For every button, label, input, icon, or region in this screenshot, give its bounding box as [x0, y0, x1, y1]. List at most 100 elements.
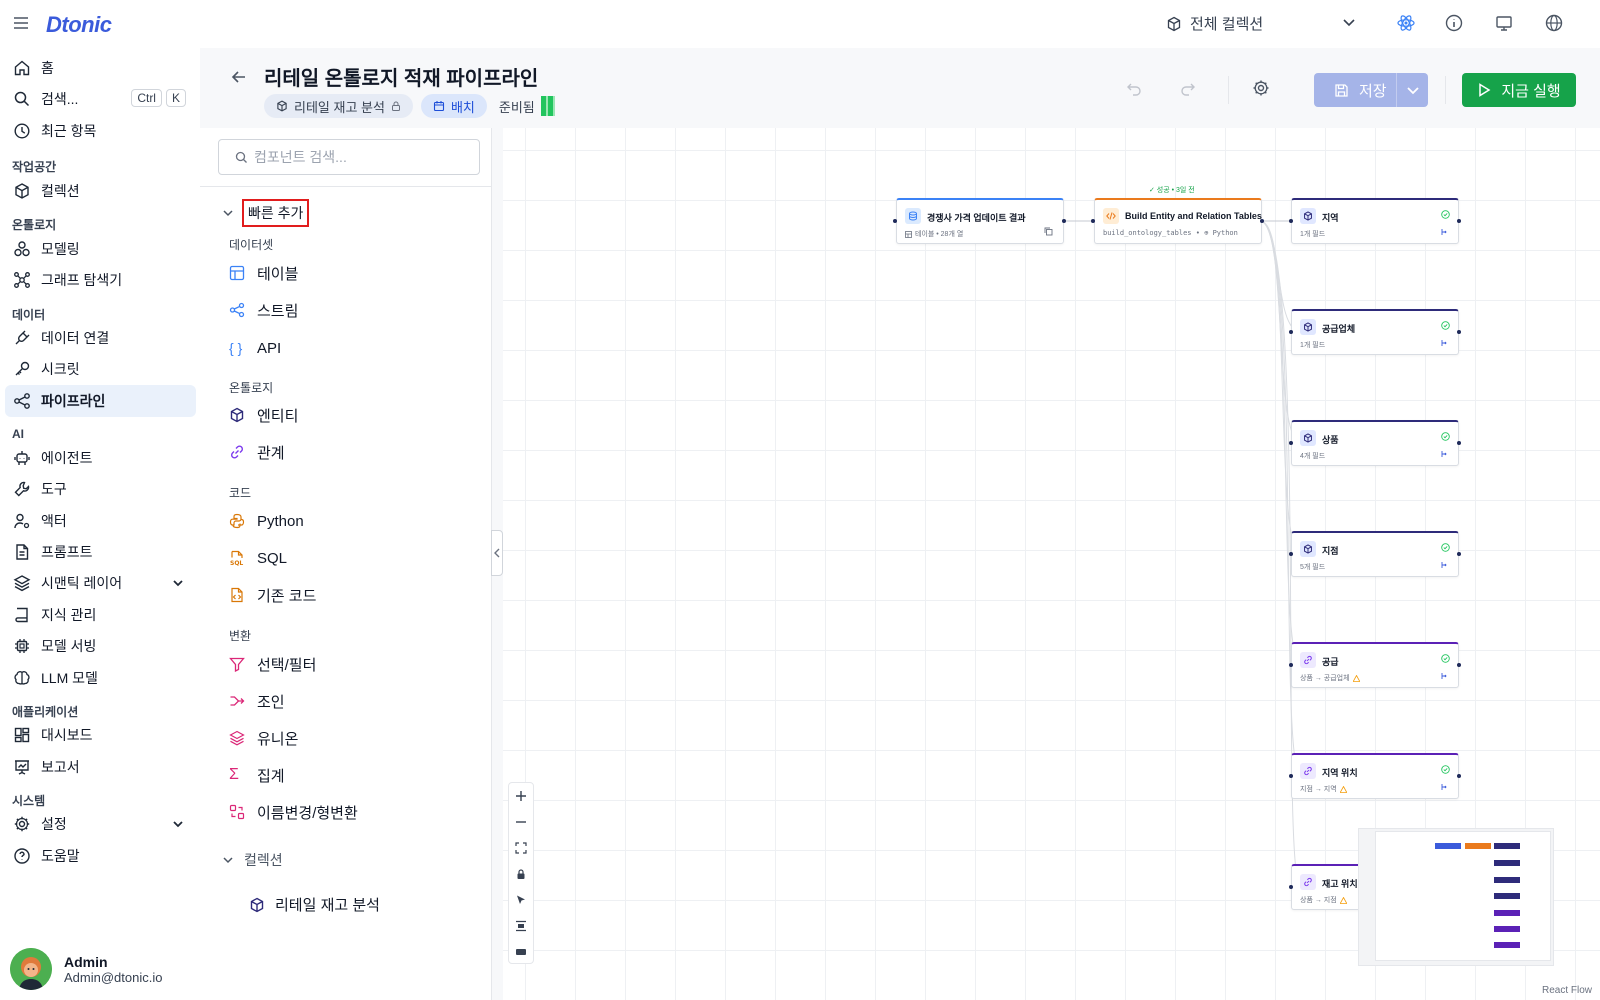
sidebar-item-actor[interactable]: 액터 [5, 505, 196, 537]
sidebar-item-search[interactable]: 검색... Ctrl K [5, 83, 196, 115]
branch-icon [1440, 561, 1448, 569]
component-join[interactable]: 조인 [229, 689, 285, 713]
component-python[interactable]: Python [229, 509, 304, 533]
sidebar-item-graph-explorer[interactable]: 그래프 탐색기 [5, 264, 196, 296]
align-button[interactable] [509, 913, 533, 939]
minimap-toggle-button[interactable] [509, 939, 533, 965]
sidebar-item-label: 에이전트 [41, 450, 93, 466]
sidebar-item-model-serving[interactable]: 모델 서빙 [5, 630, 196, 662]
input-handle[interactable] [1289, 330, 1293, 334]
component-entity[interactable]: 엔티티 [229, 403, 298, 427]
component-legacy-code[interactable]: 기존 코드 [229, 583, 316, 607]
info-icon[interactable] [1444, 13, 1464, 33]
save-options-button[interactable] [1396, 73, 1428, 107]
chevron-down-icon[interactable] [172, 577, 184, 589]
user-profile[interactable]: Admin Admin@dtonic.io [10, 948, 162, 990]
component-sql[interactable]: SQL SQL [229, 546, 287, 570]
component-aggregate[interactable]: Σ 집계 [229, 763, 285, 787]
panel-collapse-handle[interactable] [491, 530, 503, 576]
input-handle[interactable] [1289, 885, 1293, 889]
output-handle[interactable] [1457, 663, 1461, 667]
relation-node-region-location[interactable]: 지역 위치 지점 → 지역 [1291, 753, 1459, 799]
sidebar-item-report[interactable]: 보고서 [5, 751, 196, 783]
entity-node-branch[interactable]: 지점 5개 필드 [1291, 531, 1459, 577]
react-flow-attribution[interactable]: React Flow [1542, 985, 1592, 996]
gear-icon[interactable] [1252, 79, 1270, 97]
input-handle[interactable] [893, 219, 897, 223]
collections-toggle[interactable]: 컬렉션 [222, 850, 283, 870]
copy-icon[interactable] [1044, 227, 1053, 236]
input-handle[interactable] [1289, 663, 1293, 667]
entity-node-product[interactable]: 상품 4개 필드 [1291, 420, 1459, 466]
component-stream[interactable]: 스트림 [229, 298, 298, 322]
check-circle-icon [1441, 321, 1450, 330]
output-handle[interactable] [1457, 330, 1461, 334]
sidebar-item-collection[interactable]: 컬렉션 [5, 175, 196, 207]
sidebar-item-dashboard[interactable]: 대시보드 [5, 719, 196, 751]
output-handle[interactable] [1457, 552, 1461, 556]
brain-icon [13, 669, 31, 687]
sidebar-item-modeling[interactable]: 모델링 [5, 233, 196, 265]
back-arrow-icon[interactable] [230, 68, 248, 86]
minimap[interactable] [1358, 828, 1554, 966]
sidebar-item-tool[interactable]: 도구 [5, 473, 196, 505]
pipeline-canvas[interactable]: 경쟁사 가격 업데이트 결과 테이블 • 28개 열 ✓ 성공 • 3일 전 B… [503, 128, 1600, 1000]
output-handle[interactable] [1457, 441, 1461, 445]
sidebar-item-secret[interactable]: 시크릿 [5, 353, 196, 385]
entity-node-supplier[interactable]: 공급업체 1개 필드 [1291, 309, 1459, 355]
entity-node-region[interactable]: 지역 1개 필드 [1291, 198, 1459, 244]
sidebar-item-semantic-layer[interactable]: 시맨틱 레이어 [5, 567, 196, 599]
sidebar-item-data-connection[interactable]: 데이터 연결 [5, 322, 196, 354]
pointer-button[interactable] [509, 887, 533, 913]
component-union[interactable]: 유니온 [229, 726, 298, 750]
component-rename-cast[interactable]: 이름변경/형변환 [229, 800, 358, 824]
sidebar-item-knowledge[interactable]: 지식 관리 [5, 599, 196, 631]
quick-add-toggle[interactable]: 빠른 추가 [222, 199, 310, 227]
sidebar-item-llm-model[interactable]: LLM 모델 [5, 662, 196, 694]
sidebar-item-pipeline[interactable]: 파이프라인 [5, 385, 196, 417]
collection-item[interactable]: 리테일 재고 분석 [249, 894, 380, 915]
fit-view-button[interactable] [509, 835, 533, 861]
sidebar-item-help[interactable]: 도움말 [5, 840, 196, 872]
component-relation[interactable]: 관계 [229, 440, 285, 464]
input-handle[interactable] [1289, 441, 1293, 445]
chevron-down-icon[interactable] [172, 818, 184, 830]
collection-selector[interactable]: 전체 컬렉션 [1166, 13, 1263, 34]
input-handle[interactable] [1091, 219, 1095, 223]
globe-icon[interactable] [1544, 13, 1564, 33]
source-table-node[interactable]: 경쟁사 가격 업데이트 결과 테이블 • 28개 열 [896, 198, 1064, 244]
python-transform-node[interactable]: Build Entity and Relation Tables build_o… [1094, 198, 1262, 244]
zoom-in-button[interactable] [509, 783, 533, 809]
sidebar-item-settings[interactable]: 설정 [5, 808, 196, 840]
component-select-filter[interactable]: 선택/필터 [229, 652, 316, 676]
input-handle[interactable] [1289, 774, 1293, 778]
lock-button[interactable] [509, 861, 533, 887]
component-api[interactable]: { } API [229, 336, 281, 360]
chevron-down-icon[interactable] [1342, 15, 1356, 29]
relation-node-supply[interactable]: 공급 상품 → 공급업체 [1291, 642, 1459, 688]
react-icon[interactable] [1396, 13, 1416, 33]
input-handle[interactable] [1289, 552, 1293, 556]
output-handle[interactable] [1260, 219, 1264, 223]
sidebar-item-home[interactable]: 홈 [5, 52, 196, 84]
output-handle[interactable] [1457, 774, 1461, 778]
output-handle[interactable] [1457, 219, 1461, 223]
output-handle[interactable] [1062, 219, 1066, 223]
input-handle[interactable] [1289, 219, 1293, 223]
undo-icon[interactable] [1126, 80, 1142, 96]
sidebar-item-agent[interactable]: 에이전트 [5, 442, 196, 474]
zoom-out-button[interactable] [509, 809, 533, 835]
menu-icon[interactable] [12, 14, 30, 32]
collection-chip-label: 리테일 재고 분석 [294, 99, 385, 115]
sidebar-item-recent[interactable]: 최근 항목 [5, 115, 196, 147]
run-now-button[interactable]: 지금 실행 [1462, 73, 1576, 107]
sidebar-item-prompt[interactable]: 프롬프트 [5, 536, 196, 568]
redo-icon[interactable] [1180, 80, 1196, 96]
app-logo[interactable]: Dtonic [46, 12, 112, 38]
collection-chip[interactable]: 리테일 재고 분석 [264, 94, 413, 118]
component-search-input[interactable]: 컴포넌트 검색... [218, 139, 480, 175]
batch-chip[interactable]: 배치 [420, 94, 487, 118]
monitor-icon[interactable] [1494, 13, 1514, 33]
component-table[interactable]: 테이블 [229, 261, 298, 285]
save-button[interactable]: 저장 [1314, 73, 1428, 107]
